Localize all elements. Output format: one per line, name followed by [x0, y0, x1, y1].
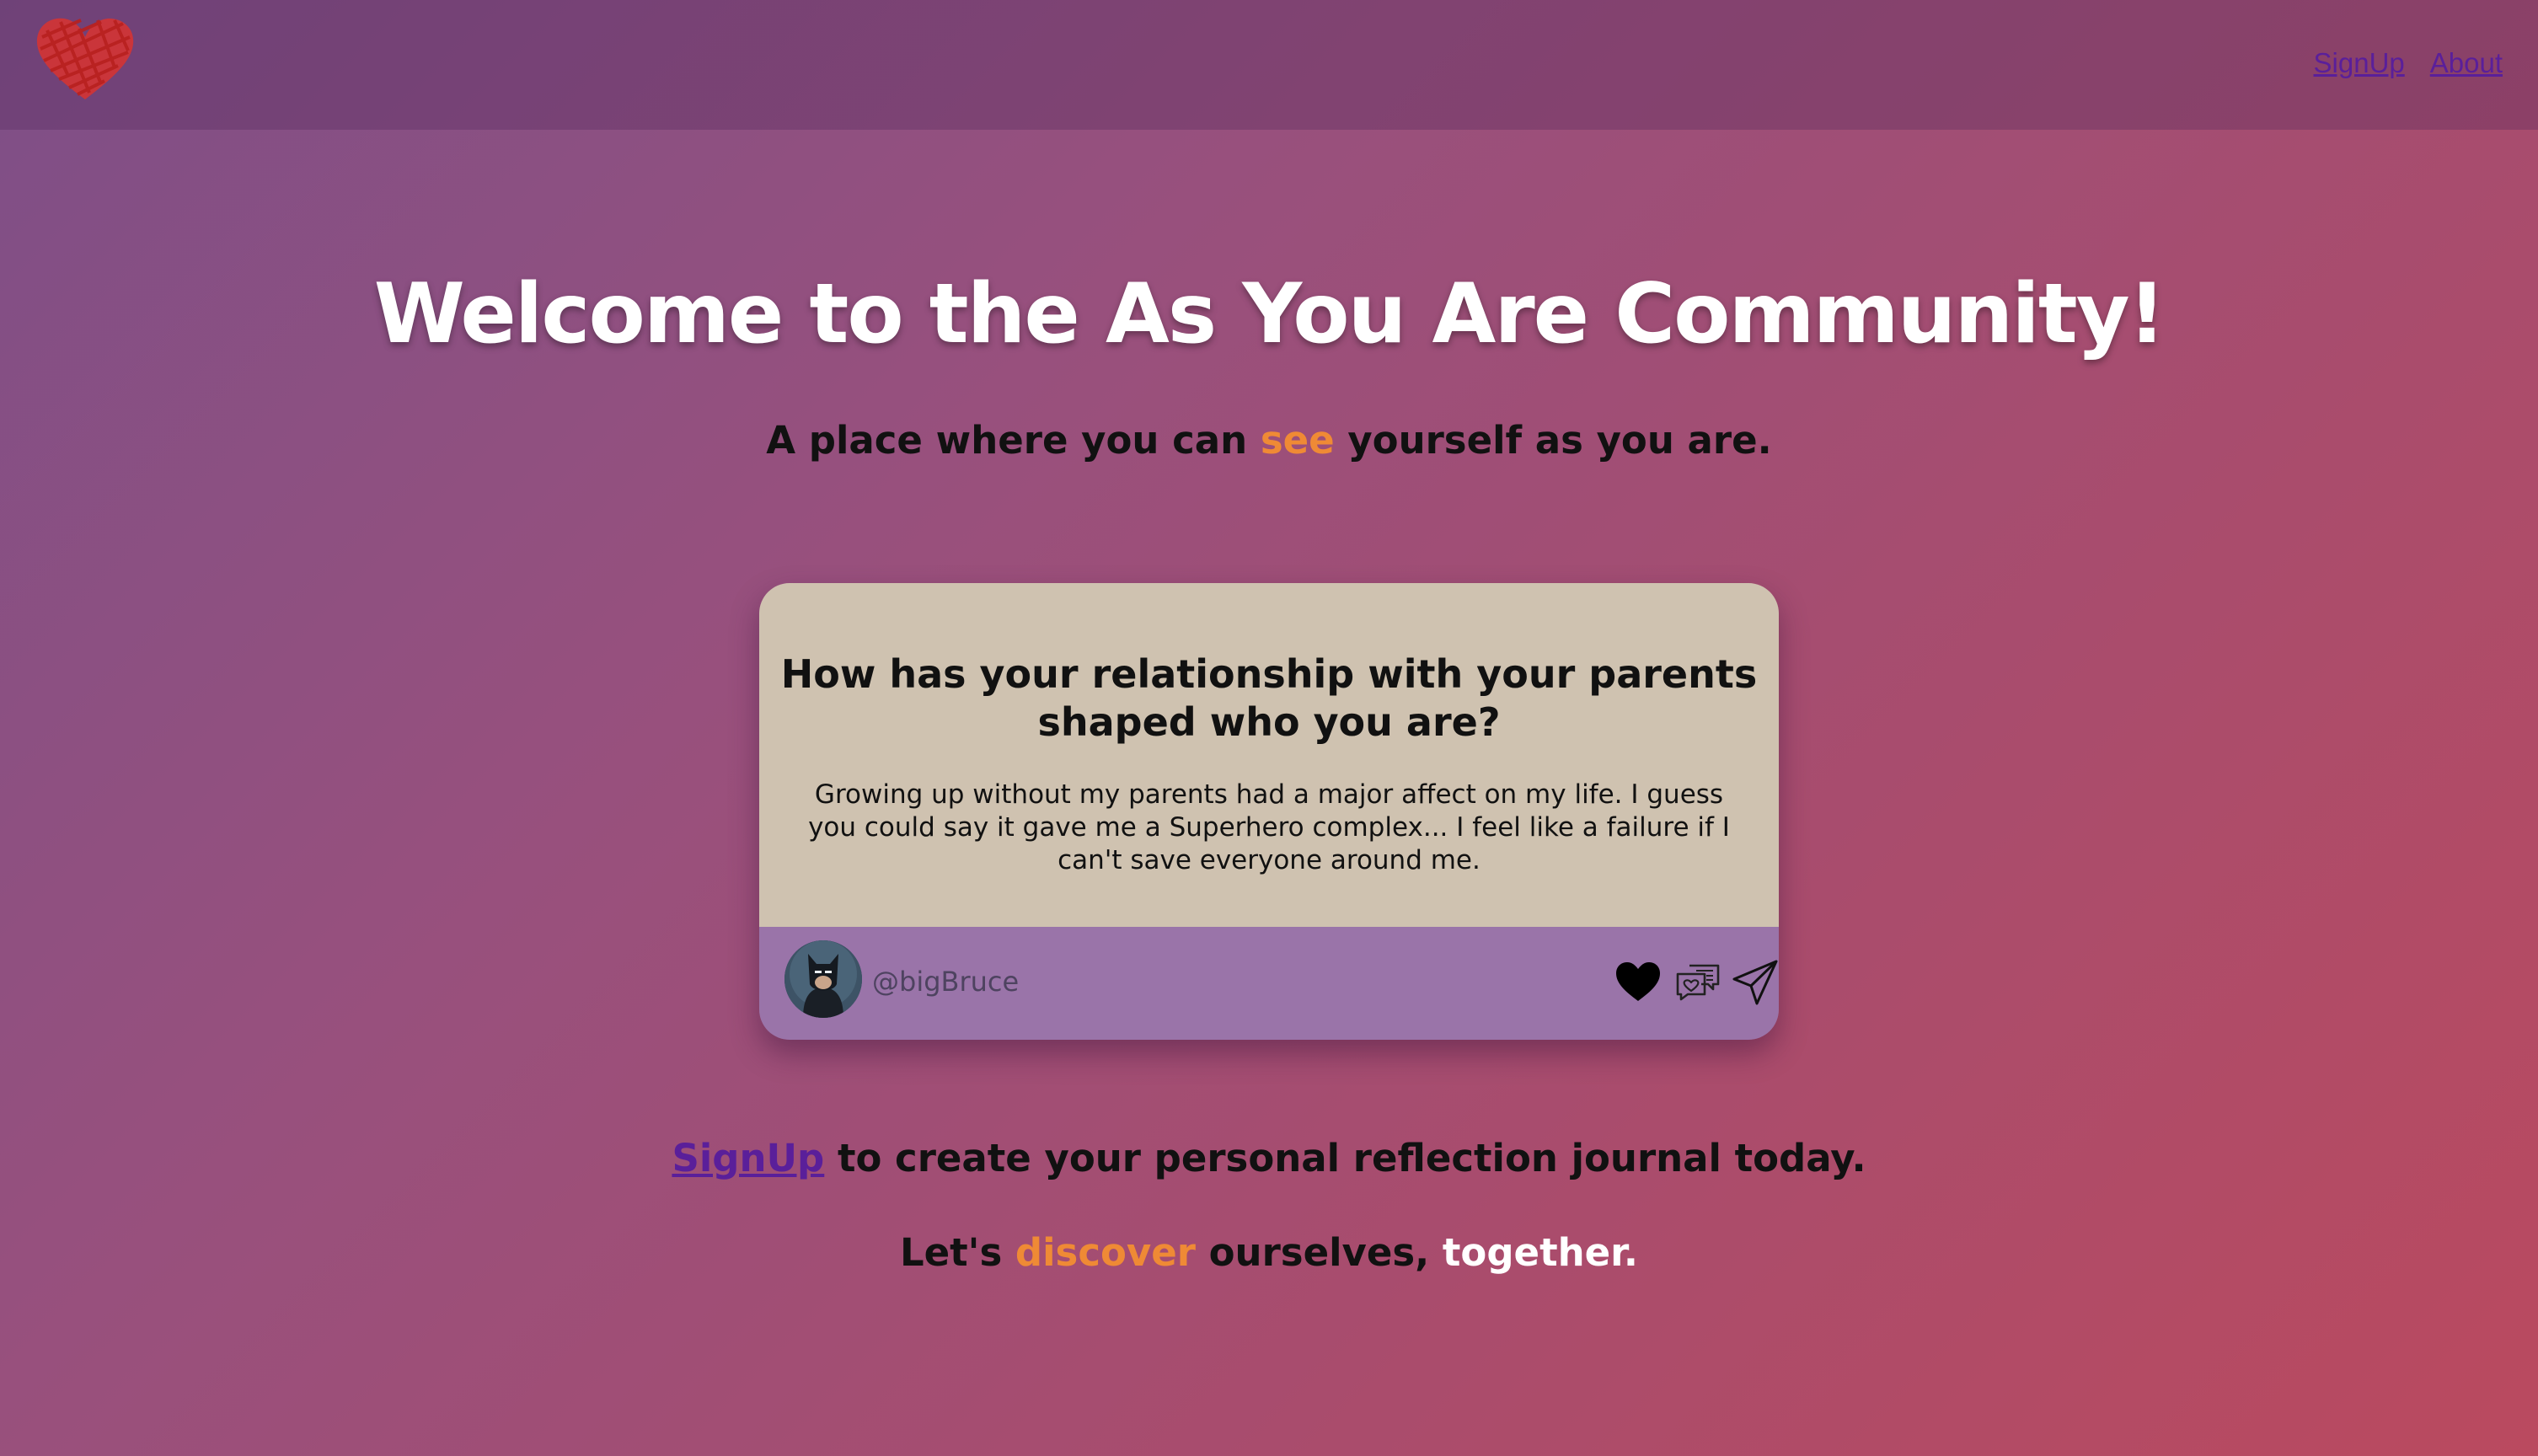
- hero-tagline: A place where you can see yourself as yo…: [0, 418, 2538, 463]
- share-icon[interactable]: [1730, 957, 1779, 1008]
- batman-avatar[interactable]: [784, 940, 862, 1018]
- cta-signup-link[interactable]: SignUp: [672, 1136, 824, 1180]
- signup-cta-text: to create your personal reflection journ…: [824, 1136, 1866, 1180]
- comments-icon[interactable]: [1673, 957, 1723, 1008]
- post-username[interactable]: @bigBruce: [872, 966, 1019, 998]
- tagline-after: yourself as you are.: [1334, 418, 1772, 463]
- top-navbar: SignUp About: [0, 0, 2538, 130]
- hero-title: Welcome to the As You Are Community!: [373, 266, 2166, 362]
- nav-signup-link[interactable]: SignUp: [2314, 47, 2405, 79]
- together-end: together.: [1442, 1230, 1639, 1275]
- together-before: Let's: [899, 1230, 1015, 1275]
- nav-links: SignUp About: [2314, 47, 2503, 79]
- nav-about-link[interactable]: About: [2430, 47, 2503, 79]
- together-middle: ourselves,: [1195, 1230, 1443, 1275]
- scribbled-heart-icon[interactable]: [30, 12, 140, 106]
- tagline-before: A place where you can: [766, 418, 1261, 463]
- together-highlight: discover: [1015, 1230, 1196, 1275]
- card-question: How has your relationship with your pare…: [780, 651, 1758, 745]
- card-body: How has your relationship with your pare…: [759, 583, 1779, 927]
- heart-icon[interactable]: [1613, 957, 1663, 1008]
- signup-cta: SignUp to create your personal reflectio…: [0, 1136, 2538, 1180]
- card-footer: @bigBruce: [759, 927, 1779, 1040]
- together-tagline: Let's discover ourselves, together.: [0, 1230, 2538, 1275]
- journal-post-card: How has your relationship with your pare…: [759, 583, 1779, 1040]
- tagline-highlight: see: [1260, 418, 1335, 463]
- card-answer: Growing up without my parents had a majo…: [808, 779, 1730, 875]
